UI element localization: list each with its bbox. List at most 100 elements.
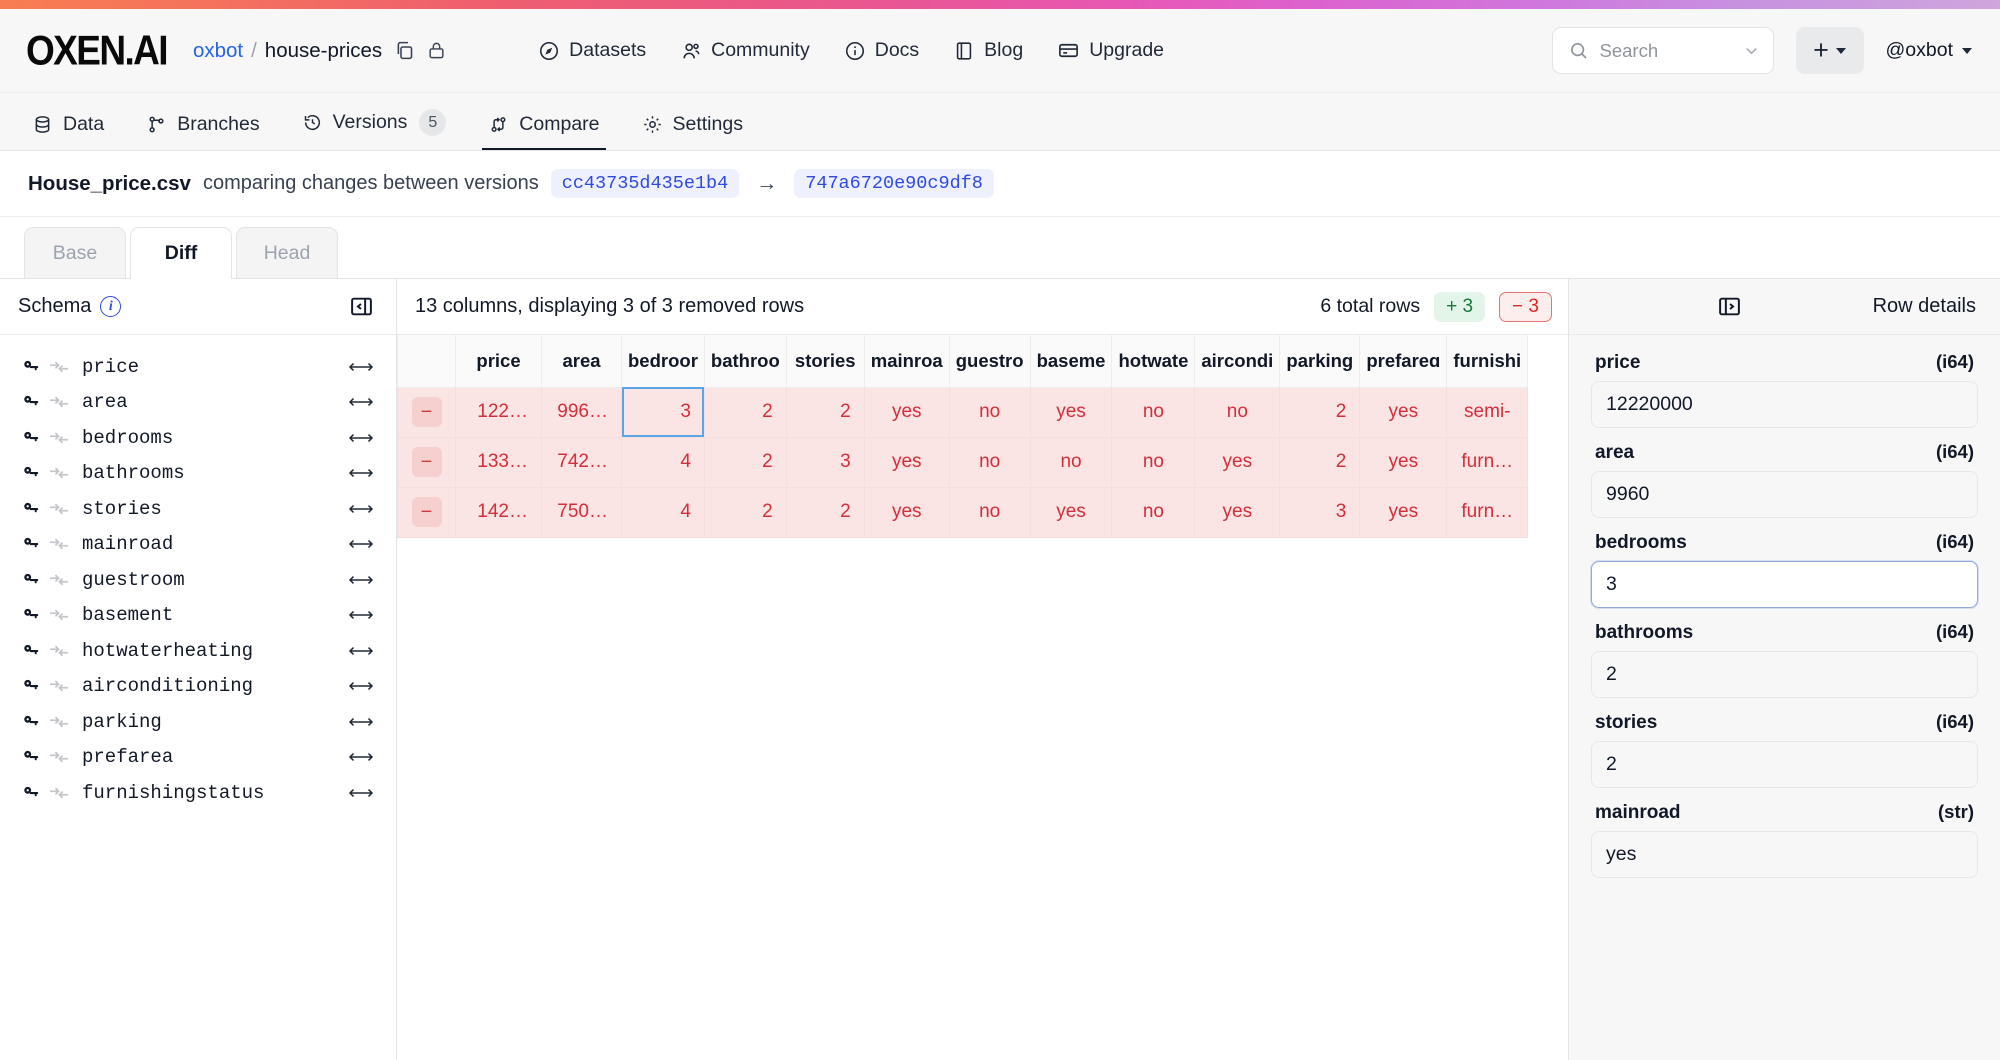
head-version-hash[interactable]: 747a6720e90c9df8 (794, 169, 994, 198)
nav-link-upgrade[interactable]: Upgrade (1057, 39, 1164, 62)
column-header-furnishingstatus[interactable]: furnishi (1446, 335, 1529, 388)
detail-field-input[interactable]: 9960 (1591, 471, 1978, 518)
cell-bedrooms[interactable]: 3 (621, 386, 705, 438)
chevron-down-icon[interactable] (1742, 41, 1761, 60)
tab-branches[interactable]: Branches (140, 113, 265, 150)
cell-hotwaterheating[interactable]: no (1111, 486, 1196, 538)
cell-parking[interactable]: 2 (1279, 436, 1361, 488)
cell-basement[interactable]: no (1029, 436, 1113, 488)
table-row[interactable]: − 122… 996… 3 2 2 yes no yes no no 2 yes… (397, 386, 1529, 438)
detail-field-input[interactable]: 12220000 (1591, 381, 1978, 428)
tab-base[interactable]: Base (24, 227, 126, 278)
cell-parking[interactable]: 3 (1279, 486, 1361, 538)
tab-versions[interactable]: Versions 5 (296, 108, 453, 150)
column-header-bedrooms[interactable]: bedroor (621, 335, 705, 388)
cell-price[interactable]: 133… (455, 436, 542, 488)
cell-parking[interactable]: 2 (1279, 386, 1361, 438)
column-header-bathrooms[interactable]: bathroo (703, 335, 787, 388)
cell-price[interactable]: 142… (455, 486, 542, 538)
oxen-ai-logo[interactable]: OXEN.AI (26, 27, 169, 74)
detail-field-input[interactable]: 3 (1591, 561, 1978, 608)
column-header-parking[interactable]: parking (1279, 335, 1361, 388)
schema-row[interactable]: parking (0, 704, 396, 740)
base-version-hash[interactable]: cc43735d435e1b4 (550, 169, 740, 198)
cell-stories[interactable]: 2 (785, 486, 865, 538)
schema-row[interactable]: hotwaterheating (0, 633, 396, 669)
table-row[interactable]: − 142… 750… 4 2 2 yes no yes no yes 3 ye… (397, 486, 1529, 538)
cell-stories[interactable]: 2 (785, 386, 865, 438)
collapse-left-panel-button[interactable] (349, 294, 374, 319)
schema-row[interactable]: area (0, 385, 396, 421)
schema-row[interactable]: bathrooms (0, 456, 396, 492)
cell-bathrooms[interactable]: 2 (703, 436, 787, 488)
tab-compare[interactable]: Compare (482, 113, 606, 150)
cell-mainroad[interactable]: yes (863, 436, 950, 488)
cell-price[interactable]: 122… (455, 386, 542, 438)
add-new-button[interactable]: + (1795, 27, 1864, 74)
search-input[interactable]: Search (1551, 27, 1774, 74)
column-header-price[interactable]: price (455, 335, 542, 388)
cell-furnishingstatus[interactable]: semi- (1446, 386, 1529, 438)
detail-field-input[interactable]: yes (1591, 831, 1978, 878)
cell-airconditioning[interactable]: no (1194, 386, 1281, 438)
cell-area[interactable]: 996… (541, 386, 622, 438)
cell-bedrooms[interactable]: 4 (621, 486, 705, 538)
cell-prefarea[interactable]: yes (1359, 486, 1448, 538)
cell-bedrooms[interactable]: 4 (621, 436, 705, 488)
cell-area[interactable]: 742… (541, 436, 622, 488)
column-header-stories[interactable]: stories (785, 335, 865, 388)
schema-row[interactable]: basement (0, 598, 396, 634)
info-icon[interactable]: i (100, 296, 122, 317)
cell-airconditioning[interactable]: yes (1194, 436, 1281, 488)
schema-row[interactable]: furnishingstatus (0, 775, 396, 811)
cell-stories[interactable]: 3 (785, 436, 865, 488)
collapse-right-panel-button[interactable] (1717, 294, 1742, 319)
cell-prefarea[interactable]: yes (1359, 386, 1448, 438)
copy-icon[interactable] (394, 40, 415, 61)
cell-hotwaterheating[interactable]: no (1111, 386, 1196, 438)
user-menu-button[interactable]: @oxbot (1886, 39, 1972, 62)
schema-row[interactable]: guestroom (0, 562, 396, 598)
cell-furnishingstatus[interactable]: furn… (1446, 486, 1529, 538)
nav-link-datasets[interactable]: Datasets (538, 39, 646, 62)
cell-mainroad[interactable]: yes (863, 486, 950, 538)
tab-diff[interactable]: Diff (130, 227, 232, 279)
schema-row[interactable]: mainroad (0, 527, 396, 563)
column-header-guestroom[interactable]: guestro (948, 335, 1031, 388)
nav-link-community[interactable]: Community (680, 39, 810, 62)
tab-settings[interactable]: Settings (636, 113, 749, 150)
tab-data[interactable]: Data (26, 113, 110, 150)
column-header-hotwaterheating[interactable]: hotwate (1111, 335, 1196, 388)
breadcrumb-repo[interactable]: house-prices (265, 39, 382, 63)
detail-field-input[interactable]: 2 (1591, 651, 1978, 698)
schema-row[interactable]: price (0, 349, 396, 385)
cell-basement[interactable]: yes (1029, 386, 1113, 438)
diff-table-scroll-area[interactable]: price area bedroor bathroo stories mainr… (397, 335, 1568, 1060)
nav-link-docs[interactable]: Docs (844, 39, 919, 62)
detail-field-input[interactable]: 2 (1591, 741, 1978, 788)
cell-bathrooms[interactable]: 2 (703, 486, 787, 538)
column-header-mainroad[interactable]: mainroa (863, 335, 950, 388)
column-header-basement[interactable]: baseme (1029, 335, 1113, 388)
schema-row[interactable]: bedrooms (0, 420, 396, 456)
chevron-down-icon[interactable] (1835, 47, 1846, 54)
cell-mainroad[interactable]: yes (863, 386, 950, 438)
schema-row[interactable]: stories (0, 491, 396, 527)
cell-guestroom[interactable]: no (948, 486, 1031, 538)
cell-guestroom[interactable]: no (948, 386, 1031, 438)
cell-prefarea[interactable]: yes (1359, 436, 1448, 488)
cell-airconditioning[interactable]: yes (1194, 486, 1281, 538)
tab-head[interactable]: Head (236, 227, 338, 278)
column-header-area[interactable]: area (541, 335, 622, 388)
cell-guestroom[interactable]: no (948, 436, 1031, 488)
table-row[interactable]: − 133… 742… 4 2 3 yes no no no yes 2 yes… (397, 436, 1529, 488)
cell-area[interactable]: 750… (541, 486, 622, 538)
cell-basement[interactable]: yes (1029, 486, 1113, 538)
cell-bathrooms[interactable]: 2 (703, 386, 787, 438)
nav-link-blog[interactable]: Blog (953, 39, 1023, 62)
column-header-airconditioning[interactable]: aircondi (1194, 335, 1281, 388)
cell-furnishingstatus[interactable]: furn… (1446, 436, 1529, 488)
column-header-prefarea[interactable]: prefareɑ (1359, 335, 1448, 388)
schema-row[interactable]: airconditioning (0, 669, 396, 705)
schema-row[interactable]: prefarea (0, 740, 396, 776)
